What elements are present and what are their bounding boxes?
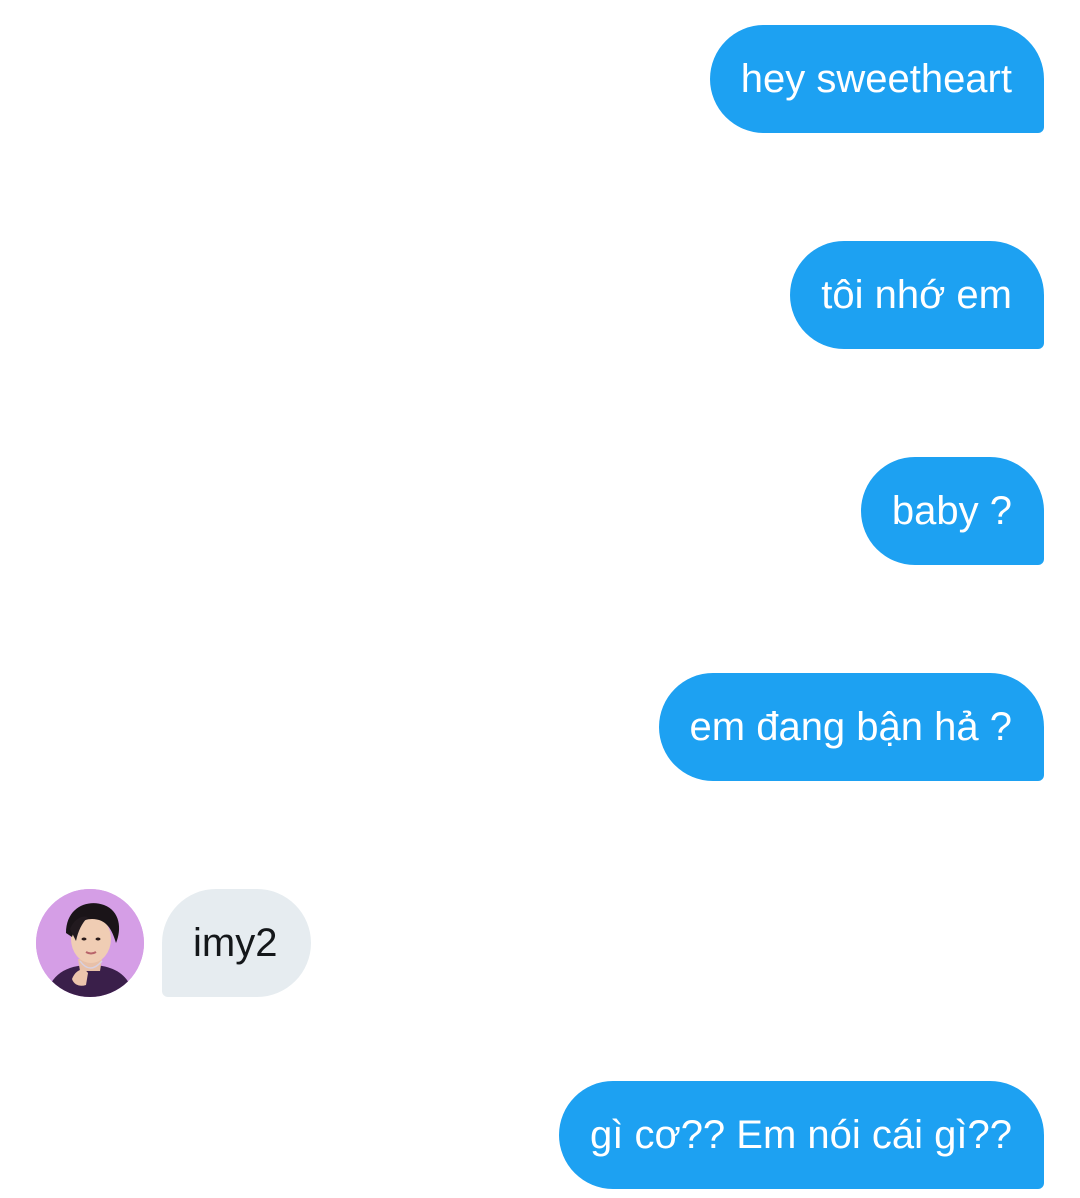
message-text: baby ?: [891, 489, 1012, 533]
outgoing-message-bubble[interactable]: tôi nhớ em: [790, 241, 1044, 349]
outgoing-message-bubble[interactable]: em đang bận hả ?: [658, 673, 1044, 781]
avatar-photo: [36, 889, 144, 997]
incoming-message-bubble[interactable]: imy2: [162, 889, 312, 997]
message-text: em đang bận hả ?: [689, 705, 1012, 749]
outgoing-message-bubble[interactable]: hey sweetheart: [709, 25, 1044, 133]
sender-avatar[interactable]: [36, 889, 144, 997]
outgoing-message-bubble[interactable]: baby ?: [860, 457, 1044, 565]
message-text: gì cơ?? Em nói cái gì??: [589, 1113, 1012, 1157]
message-text: imy2: [193, 921, 278, 965]
message-text: tôi nhớ em: [821, 273, 1012, 317]
message-text: hey sweetheart: [740, 57, 1012, 101]
outgoing-message-bubble[interactable]: gì cơ?? Em nói cái gì??: [558, 1081, 1044, 1189]
